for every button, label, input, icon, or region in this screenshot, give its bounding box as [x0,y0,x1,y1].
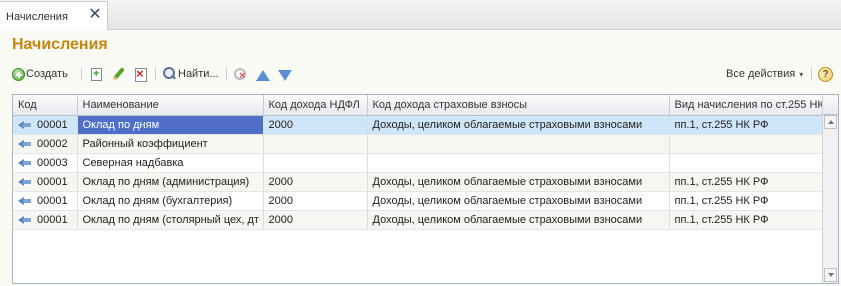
cell-art255 [669,134,824,154]
column-header-art255[interactable]: Вид начисления по ст.255 НК [669,95,824,116]
create-button[interactable]: Создать [12,63,68,85]
cell-code: 00001 [13,210,78,230]
table-row[interactable]: 00001 Оклад по дням 2000 Доходы, целиком… [13,115,824,135]
add-circle-icon [12,68,25,81]
cancel-search-icon [232,66,248,82]
toolbar-separator [226,67,227,81]
command-bar: Создать Найти... Все действия ▾ [10,63,838,85]
cell-ndfl [263,134,368,154]
accrual-item-icon [18,139,32,148]
cell-insurance: Доходы, целиком облагаемые страховыми вз… [367,191,670,211]
search-icon [161,66,177,82]
form-area: Начисления Создать Найти... [0,30,841,286]
pencil-icon [110,66,126,82]
cell-insurance: Доходы, целиком облагаемые страховыми вз… [367,115,670,135]
cell-art255: пп.1, ст.255 НК РФ [669,191,824,211]
cell-code-text: 00001 [37,118,68,131]
cell-name: Оклад по дням (администрация) [77,172,264,192]
copy-button[interactable] [88,63,104,85]
scrollbar-header-cap [823,95,838,115]
move-down-button[interactable] [278,63,292,85]
arrow-down-icon [278,69,292,81]
table-row[interactable]: 00001 Оклад по дням (бухгалтерия) 2000 Д… [13,191,824,211]
toolbar-separator [155,67,156,81]
vertical-scrollbar[interactable] [822,95,838,283]
cell-insurance: Доходы, целиком облагаемые страховыми вз… [367,172,670,192]
tab-nachisleniya[interactable]: Начисления ✕ [0,1,108,31]
edit-button[interactable] [110,63,126,85]
cell-code: 00001 [13,172,78,192]
all-actions-label: Все действия [726,68,796,80]
toolbar-separator [81,67,82,81]
cell-ndfl: 2000 [263,191,368,211]
toolbar-separator [811,67,812,81]
table-row[interactable]: 00001 Оклад по дням (администрация) 2000… [13,172,824,192]
tab-label: Начисления [6,11,68,23]
close-icon[interactable]: ✕ [88,7,102,23]
table-row[interactable]: 00001 Оклад по дням (столярный цех, дт 2… [13,210,824,230]
cell-name: Районный коэффициент [77,134,264,154]
cell-ndfl: 2000 [263,115,368,135]
cell-name: Оклад по дням [77,115,264,135]
cancel-search-button[interactable] [232,63,248,85]
cell-code-text: 00001 [37,194,68,207]
column-header-insurance-code[interactable]: Код дохода страховые взносы [367,95,670,116]
cell-art255: пп.1, ст.255 НК РФ [669,115,824,135]
cell-code-text: 00001 [37,213,68,226]
cell-name: Северная надбавка [77,153,264,173]
scroll-up-button[interactable] [824,115,837,129]
find-button[interactable]: Найти... [161,63,219,85]
accrual-item-icon [18,158,32,167]
cell-code: 00002 [13,134,78,154]
cell-code: 00001 [13,191,78,211]
create-button-label: Создать [26,68,68,80]
scroll-down-button[interactable] [824,268,837,282]
cell-ndfl [263,153,368,173]
cell-art255 [669,153,824,173]
cell-name: Оклад по дням (столярный цех, дт [77,210,264,230]
cell-insurance [367,153,670,173]
cell-code-text: 00001 [37,175,68,188]
cell-name: Оклад по дням (бухгалтерия) [77,191,264,211]
cell-art255: пп.1, ст.255 НК РФ [669,172,824,192]
help-icon: ? [818,66,833,82]
page-title: Начисления [12,36,108,53]
tab-strip: Начисления ✕ [0,0,841,31]
all-actions-menu[interactable]: Все действия ▾ [726,63,803,85]
copy-add-icon [88,66,104,82]
delete-mark-icon [133,66,149,82]
accrual-item-icon [18,215,32,224]
table-row[interactable]: 00002 Районный коэффициент [13,134,824,154]
table-row[interactable]: 00003 Северная надбавка [13,153,824,173]
cell-code: 00003 [13,153,78,173]
cell-code: 00001 [13,115,78,135]
chevron-down-icon: ▾ [799,69,804,79]
table-header-row: Код Наименование Код дохода НДФЛ Код дох… [13,95,824,116]
cell-ndfl: 2000 [263,210,368,230]
accrual-item-icon [18,120,32,129]
cell-art255: пп.1, ст.255 НК РФ [669,210,824,230]
column-header-name[interactable]: Наименование [77,95,264,116]
help-button[interactable]: ? [818,63,833,85]
cell-code-text: 00003 [37,156,68,169]
accrual-item-icon [18,196,32,205]
find-button-label: Найти... [178,68,219,80]
delete-mark-button[interactable] [133,63,149,85]
cell-code-text: 00002 [37,137,68,150]
move-up-button[interactable] [256,63,270,85]
cell-insurance: Доходы, целиком облагаемые страховыми вз… [367,210,670,230]
cell-insurance [367,134,670,154]
accruals-table[interactable]: Код Наименование Код дохода НДФЛ Код дох… [12,94,839,284]
cell-ndfl: 2000 [263,172,368,192]
accrual-item-icon [18,177,32,186]
arrow-up-icon [256,69,270,81]
column-header-ndfl-code[interactable]: Код дохода НДФЛ [263,95,368,116]
column-header-code[interactable]: Код [13,95,78,116]
